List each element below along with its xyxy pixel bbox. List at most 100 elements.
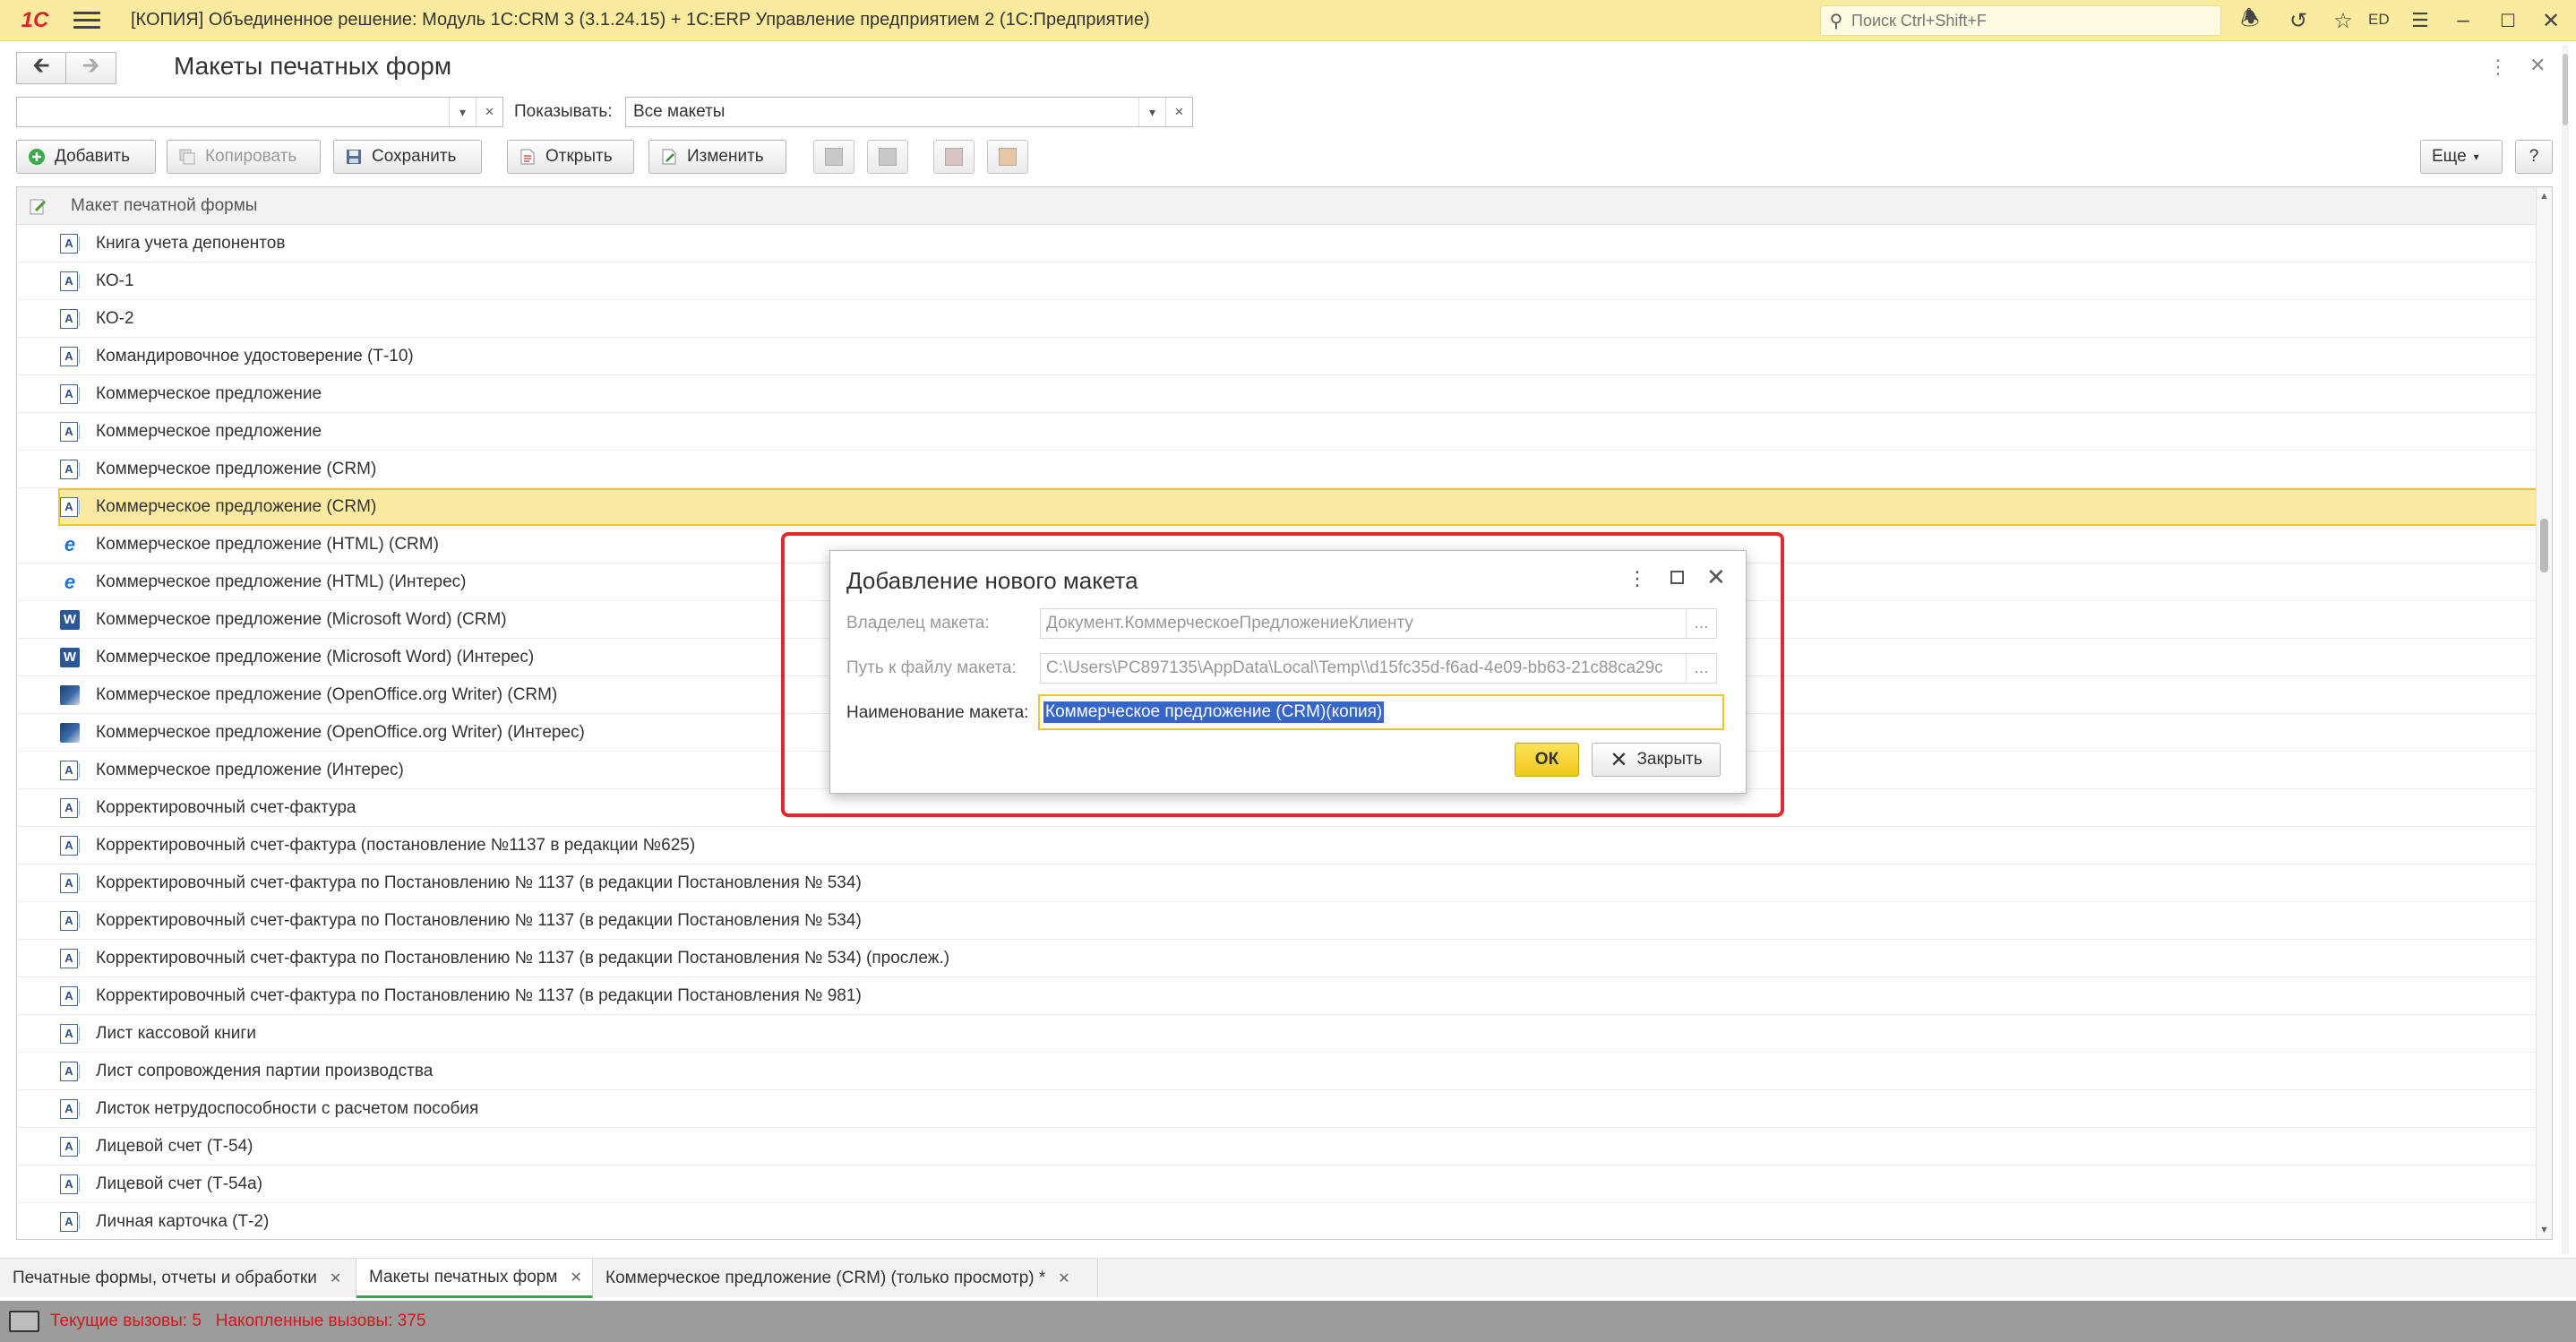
main-menu-icon[interactable]: [73, 7, 100, 34]
help-label: ?: [2529, 147, 2539, 166]
table-row[interactable]: A Командировочное удостоверение (Т-10): [17, 338, 2552, 375]
owner-select-icon[interactable]: …: [1686, 609, 1716, 638]
template-name: Корректировочный счет-фактура (постановл…: [96, 835, 696, 855]
chevron-down-icon[interactable]: ▾: [449, 98, 476, 126]
save-label: Сохранить: [372, 147, 457, 166]
form-close-icon[interactable]: ✕: [2529, 54, 2546, 77]
open-button[interactable]: Открыть: [507, 140, 634, 174]
path-select-icon[interactable]: …: [1686, 654, 1716, 683]
path-label: Путь к файлу макета:: [846, 658, 1017, 677]
table-row[interactable]: A Корректировочный счет-фактура по Постан…: [17, 940, 2552, 977]
table-row[interactable]: A Книга учета депонентов: [17, 225, 2552, 262]
table-row[interactable]: A Лицевой счет (Т-54): [17, 1128, 2552, 1166]
ok-button[interactable]: ОК: [1515, 743, 1579, 777]
template-name: Коммерческое предложение (Microsoft Word…: [96, 647, 535, 667]
table-row[interactable]: A Корректировочный счет-фактура по Постан…: [17, 902, 2552, 940]
template-name: Лицевой счет (Т-54): [96, 1136, 253, 1156]
title-bar: 1С [КОПИЯ] Объединенное решение: Модуль …: [0, 0, 2576, 41]
dialog-title: Добавление нового макета: [846, 567, 1138, 594]
template-name: Листок нетрудоспособности с расчетом пос…: [96, 1098, 479, 1118]
history-icon[interactable]: ↺: [2284, 7, 2313, 34]
delete-template-icon[interactable]: [933, 140, 975, 174]
tab-close-icon[interactable]: ✕: [1058, 1269, 1069, 1287]
table-row[interactable]: A Лист кассовой книги: [17, 1015, 2552, 1053]
clear-icon[interactable]: ×: [476, 98, 502, 126]
table-row[interactable]: A Личная карточка (Т-2): [17, 1203, 2552, 1239]
user-initials[interactable]: ED: [2368, 11, 2390, 29]
server-calls-icon[interactable]: [9, 1311, 39, 1332]
table-row[interactable]: A Лист сопровождения партии производства: [17, 1053, 2552, 1090]
edit-button[interactable]: Изменить: [648, 140, 786, 174]
template-name-value[interactable]: Коммерческое предложение (CRM)(копия): [1043, 701, 1385, 723]
dialog-maximize-icon[interactable]: [1670, 571, 1684, 584]
form-more-icon[interactable]: ⋮: [2488, 56, 2508, 79]
back-button[interactable]: 🡰: [16, 52, 66, 84]
owner-value: Документ.КоммерческоеПредложениеКлиенту: [1046, 614, 1413, 632]
import-icon[interactable]: [867, 140, 908, 174]
tab-templates[interactable]: Макеты печатных форм ✕: [356, 1259, 593, 1298]
navigation-buttons: 🡰 🡲: [16, 52, 116, 84]
path-field: C:\Users\PC897135\AppData\Local\Temp\\d1…: [1040, 653, 1717, 684]
favorites-icon[interactable]: ☆: [2329, 7, 2357, 34]
template-name: КО-2: [96, 308, 134, 328]
restore-template-icon[interactable]: [987, 140, 1028, 174]
scroll-down-icon[interactable]: ▼: [2539, 1225, 2549, 1235]
owner-filter[interactable]: ▾ ×: [16, 97, 503, 127]
close-label: Закрыть: [1636, 750, 1703, 769]
window-scrollbar[interactable]: [2562, 45, 2569, 1254]
column-header-template[interactable]: Макет печатной формы: [60, 196, 257, 216]
tab-close-icon[interactable]: ✕: [570, 1269, 581, 1286]
help-button[interactable]: ?: [2515, 140, 2553, 174]
table-row[interactable]: A Коммерческое предложение (CRM): [17, 451, 2552, 488]
table-row[interactable]: A Корректировочный счет-фактура по Постан…: [17, 977, 2552, 1015]
tab-label: Коммерческое предложение (CRM) (только п…: [605, 1269, 1046, 1287]
maximize-icon[interactable]: ☐: [2494, 7, 2522, 34]
search-icon: ⚲: [1829, 11, 1843, 31]
forward-button[interactable]: 🡲: [66, 52, 116, 84]
chevron-down-icon[interactable]: ▾: [1138, 98, 1165, 126]
show-filter-value: Все макеты: [633, 102, 726, 121]
copy-button[interactable]: Копировать: [167, 140, 321, 174]
minimize-icon[interactable]: –: [2449, 7, 2477, 34]
export-icon[interactable]: [813, 140, 854, 174]
save-button[interactable]: Сохранить: [333, 140, 482, 174]
close-window-icon[interactable]: ✕: [2537, 7, 2565, 34]
window-scroll-thumb[interactable]: [2563, 54, 2568, 125]
dialog-close-icon[interactable]: ✕: [1706, 563, 1726, 591]
app-title: [КОПИЯ] Объединенное решение: Модуль 1С:…: [131, 10, 1150, 30]
global-search[interactable]: ⚲: [1820, 5, 2221, 36]
clear-icon[interactable]: ×: [1165, 98, 1192, 126]
owner-field: Документ.КоммерческоеПредложениеКлиенту …: [1040, 608, 1717, 639]
tab-print-forms[interactable]: Печатные формы, отчеты и обработки ✕: [0, 1259, 356, 1298]
scroll-thumb[interactable]: [2540, 519, 2548, 572]
table-row[interactable]: A Коммерческое предложение: [17, 375, 2552, 413]
template-name: Лист сопровождения партии производства: [96, 1061, 434, 1080]
notifications-icon[interactable]: 🕭: [2236, 6, 2264, 34]
show-filter[interactable]: Все макеты ▾ ×: [625, 97, 1193, 127]
template-name: Книга учета депонентов: [96, 233, 286, 253]
dialog-more-icon[interactable]: ⋮: [1627, 567, 1647, 590]
table-row[interactable]: A КО-1: [17, 262, 2552, 300]
more-button[interactable]: Еще ▾: [2420, 140, 2503, 174]
close-button[interactable]: ✕ Закрыть: [1592, 743, 1721, 777]
tab-commercial-offer[interactable]: Коммерческое предложение (CRM) (только п…: [593, 1259, 1098, 1298]
search-input[interactable]: [1851, 11, 2210, 30]
table-row[interactable]: A Коммерческое предложение (CRM): [58, 488, 2550, 526]
table-header: Макет печатной формы: [17, 187, 2552, 225]
table-row[interactable]: A КО-2: [17, 300, 2552, 338]
template-name-input[interactable]: Коммерческое предложение (CRM)(копия): [1038, 694, 1724, 730]
add-button[interactable]: Добавить: [16, 140, 156, 174]
table-row[interactable]: A Коммерческое предложение: [17, 413, 2552, 451]
table-row[interactable]: A Лицевой счет (Т-54а): [17, 1166, 2552, 1203]
table-row[interactable]: A Корректировочный счет-фактура (постанов…: [17, 827, 2552, 865]
tab-close-icon[interactable]: ✕: [330, 1269, 341, 1287]
scroll-up-icon[interactable]: ▲: [2539, 191, 2549, 202]
template-name: Корректировочный счет-фактура по Постано…: [96, 985, 862, 1005]
template-name: Корректировочный счет-фактура по Постано…: [96, 948, 950, 968]
template-name: Лицевой счет (Т-54а): [96, 1174, 263, 1193]
table-row[interactable]: A Листок нетрудоспособности с расчетом по…: [17, 1090, 2552, 1128]
table-scrollbar[interactable]: ▲ ▼: [2536, 187, 2552, 1239]
chevron-down-icon: ▾: [2473, 151, 2479, 163]
settings-menu-icon[interactable]: ☰: [2406, 7, 2434, 34]
table-row[interactable]: A Корректировочный счет-фактура по Постан…: [17, 865, 2552, 902]
